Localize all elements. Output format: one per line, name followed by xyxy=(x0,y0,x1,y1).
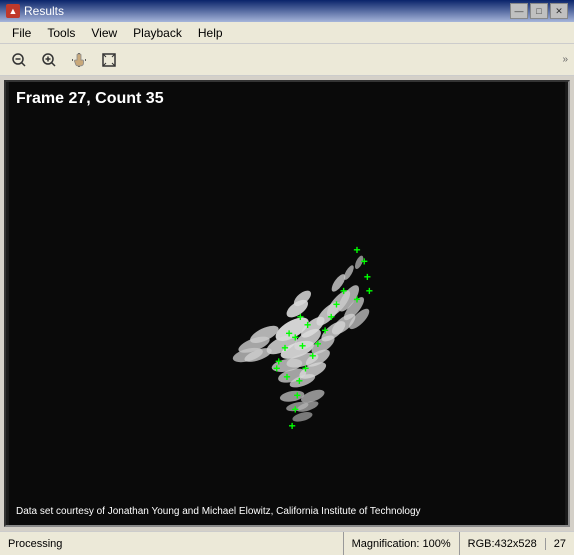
svg-text:+: + xyxy=(328,310,335,324)
menu-view[interactable]: View xyxy=(83,22,125,43)
svg-text:+: + xyxy=(364,270,371,284)
pan-button[interactable] xyxy=(66,48,92,72)
image-caption: Data set courtesy of Jonathan Young and … xyxy=(16,506,421,517)
toolbar-overflow-arrow[interactable]: » xyxy=(562,54,568,65)
fit-icon xyxy=(101,52,117,68)
menu-playback[interactable]: Playback xyxy=(125,22,190,43)
app-icon: ▲ xyxy=(6,4,20,18)
close-button[interactable]: ✕ xyxy=(550,3,568,19)
frame-label: Frame 27, Count 35 xyxy=(16,90,164,108)
svg-text:+: + xyxy=(353,293,360,307)
svg-text:+: + xyxy=(292,403,299,417)
menu-tools[interactable]: Tools xyxy=(39,22,83,43)
zoom-out-button[interactable] xyxy=(6,48,32,72)
frame-number-status: 27 xyxy=(545,538,574,550)
pan-icon xyxy=(71,52,87,68)
svg-text:+: + xyxy=(302,362,309,376)
fit-window-button[interactable] xyxy=(96,48,122,72)
svg-text:+: + xyxy=(322,323,329,337)
status-bar: Processing Magnification: 100% RGB:432x5… xyxy=(0,531,574,555)
menu-file[interactable]: File xyxy=(4,22,39,43)
svg-text:+: + xyxy=(309,349,316,363)
svg-text:+: + xyxy=(292,331,299,345)
svg-text:+: + xyxy=(273,362,280,376)
zoom-in-icon xyxy=(41,52,57,68)
menu-bar: File Tools View Playback Help xyxy=(0,22,574,44)
bird-visualization: + + + + + + + + + + + + + + + + + + + + … xyxy=(6,82,568,525)
svg-text:+: + xyxy=(297,310,304,324)
toolbar: » xyxy=(0,44,574,76)
window-controls: — □ ✕ xyxy=(510,3,568,19)
svg-text:+: + xyxy=(340,284,347,298)
svg-text:+: + xyxy=(361,254,368,268)
zoom-in-button[interactable] xyxy=(36,48,62,72)
title-bar: ▲ Results — □ ✕ xyxy=(0,0,574,22)
magnification-status: Magnification: 100% xyxy=(344,538,459,550)
svg-text:+: + xyxy=(304,318,311,332)
maximize-button[interactable]: □ xyxy=(530,3,548,19)
svg-text:+: + xyxy=(366,284,373,298)
svg-text:+: + xyxy=(294,388,301,402)
svg-text:+: + xyxy=(299,339,306,353)
processing-status: Processing xyxy=(0,538,343,550)
svg-text:+: + xyxy=(281,341,288,355)
minimize-button[interactable]: — xyxy=(510,3,528,19)
rgb-status: RGB:432x528 xyxy=(460,538,545,550)
content-area: Frame 27, Count 35 xyxy=(0,76,574,531)
menu-help[interactable]: Help xyxy=(190,22,231,43)
window-title: Results xyxy=(24,4,64,18)
image-frame: Frame 27, Count 35 xyxy=(4,80,570,527)
svg-text:+: + xyxy=(289,419,296,433)
svg-text:+: + xyxy=(296,374,303,388)
title-bar-left: ▲ Results xyxy=(6,4,64,18)
zoom-out-icon xyxy=(11,52,27,68)
svg-text:+: + xyxy=(283,370,290,384)
svg-text:+: + xyxy=(353,243,360,257)
